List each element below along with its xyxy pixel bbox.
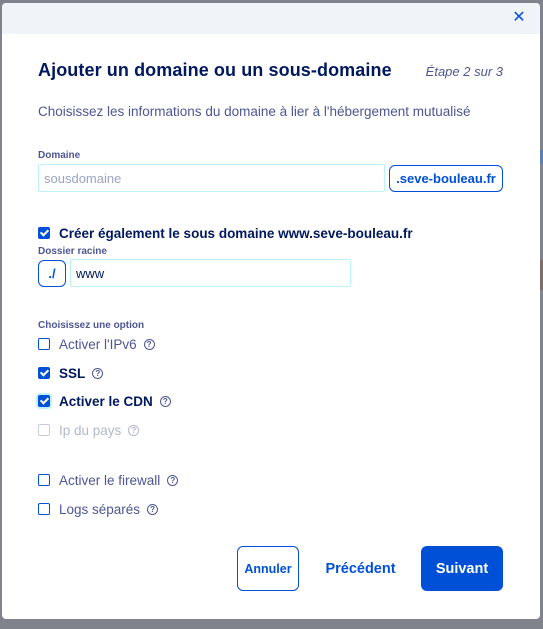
create-www-subdomain-row[interactable]: Créer également le sous domaine www.seve… bbox=[38, 224, 413, 242]
option-separate-logs-row[interactable]: Logs séparés ? bbox=[38, 500, 159, 518]
domain-suffix-button[interactable]: .seve-bouleau.fr bbox=[389, 165, 503, 192]
option-country-ip-row: Ip du pays ? bbox=[38, 421, 140, 439]
dialog-subtitle: Choisissez les informations du domaine à… bbox=[38, 104, 471, 119]
create-www-subdomain-checkbox[interactable] bbox=[38, 227, 50, 239]
option-ipv6-row[interactable]: Activer l'IPv6 ? bbox=[38, 335, 155, 353]
cancel-button[interactable]: Annuler bbox=[237, 546, 299, 591]
add-domain-dialog: ✕ Ajouter un domaine ou un sous-domaine … bbox=[2, 3, 540, 619]
option-cdn-row[interactable]: Activer le CDN ? bbox=[38, 392, 171, 410]
option-firewall-row[interactable]: Activer le firewall ? bbox=[38, 471, 179, 489]
next-button[interactable]: Suivant bbox=[421, 546, 503, 591]
root-folder-prefix-button[interactable]: ./ bbox=[38, 260, 66, 287]
option-ipv6-label: Activer l'IPv6 bbox=[59, 336, 137, 352]
previous-button[interactable]: Précédent bbox=[314, 546, 407, 591]
option-ssl-checkbox[interactable] bbox=[38, 367, 50, 379]
dialog-topbar: ✕ bbox=[2, 3, 540, 34]
option-separate-logs-checkbox[interactable] bbox=[38, 503, 50, 515]
domain-label: Domaine bbox=[38, 150, 81, 161]
close-icon[interactable]: ✕ bbox=[510, 9, 528, 27]
question-icon[interactable]: ? bbox=[159, 395, 171, 407]
subdomain-input[interactable] bbox=[38, 164, 385, 192]
option-ssl-label: SSL bbox=[59, 365, 86, 381]
question-icon: ? bbox=[128, 424, 140, 436]
step-indicator: Étape 2 sur 3 bbox=[425, 64, 503, 79]
option-ssl-row[interactable]: SSL ? bbox=[38, 364, 104, 382]
option-country-ip-label: Ip du pays bbox=[59, 422, 122, 438]
dialog-title: Ajouter un domaine ou un sous-domaine bbox=[38, 60, 392, 80]
option-ipv6-checkbox[interactable] bbox=[38, 338, 50, 350]
option-cdn-label: Activer le CDN bbox=[59, 393, 153, 409]
question-icon[interactable]: ? bbox=[167, 474, 179, 486]
option-separate-logs-label: Logs séparés bbox=[59, 501, 141, 517]
option-firewall-label: Activer le firewall bbox=[59, 472, 161, 488]
question-icon[interactable]: ? bbox=[143, 338, 155, 350]
option-country-ip-checkbox bbox=[38, 424, 50, 436]
option-firewall-checkbox[interactable] bbox=[38, 474, 50, 486]
root-folder-label: Dossier racine bbox=[38, 246, 107, 257]
question-icon[interactable]: ? bbox=[147, 503, 159, 515]
option-cdn-checkbox[interactable] bbox=[38, 395, 50, 407]
create-www-subdomain-label: Créer également le sous domaine www.seve… bbox=[59, 225, 413, 241]
question-icon[interactable]: ? bbox=[92, 367, 104, 379]
options-heading: Choisissez une option bbox=[38, 320, 145, 331]
root-folder-input[interactable] bbox=[70, 259, 351, 287]
